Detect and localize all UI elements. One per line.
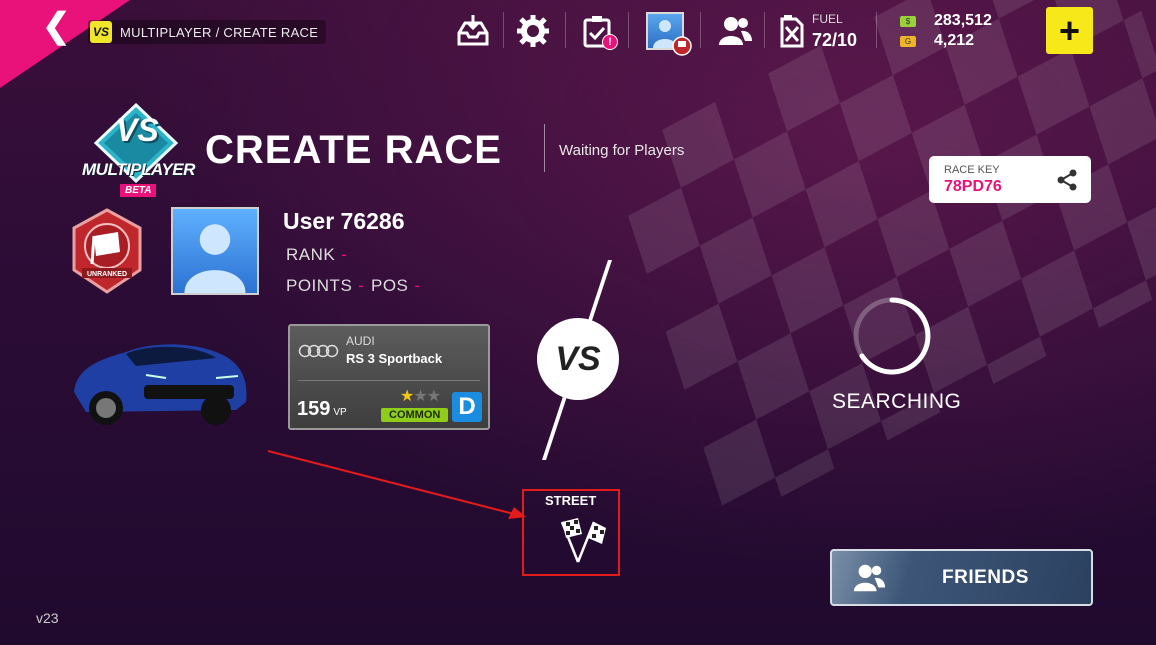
car-vp: 159 VP <box>297 398 347 420</box>
friends-icon <box>853 564 886 592</box>
points-label: POINTS <box>286 276 353 295</box>
car-brand: AUDI <box>346 334 375 348</box>
inbox-icon[interactable] <box>448 8 498 54</box>
fuel-value: 72/10 <box>812 30 858 50</box>
searching-status: SEARCHING <box>832 390 962 413</box>
card-divider <box>298 380 480 381</box>
credits-icon: $ <box>900 15 916 27</box>
pointer-arrow <box>267 450 526 519</box>
rarity-badge: COMMON <box>381 408 449 422</box>
vs-logo-small: VS <box>90 21 112 43</box>
credits-value: 283,512 <box>934 12 992 29</box>
player-name: User 76286 <box>283 208 405 234</box>
svg-text:UNRANKED: UNRANKED <box>87 271 127 278</box>
version-label: v23 <box>36 610 59 626</box>
title-divider <box>544 124 545 172</box>
divider <box>565 12 566 48</box>
race-type-label: STREET <box>545 493 597 508</box>
points-value: - <box>358 276 365 295</box>
star-rating: ★★★ <box>400 388 441 405</box>
page-subtitle: Waiting for Players <box>559 142 685 159</box>
task-clipboard-icon[interactable]: ! <box>572 8 622 54</box>
tokens-icon: G <box>900 35 916 47</box>
vs-logo-text: VS <box>116 112 159 148</box>
race-key-value: 78PD76 <box>944 178 1002 195</box>
versus-icon: VS <box>537 318 619 400</box>
alert-badge: ! <box>602 34 618 50</box>
friends-icon[interactable] <box>710 8 760 54</box>
race-key-label: RACE KEY <box>944 164 1000 176</box>
checkered-background <box>609 0 1156 525</box>
points-row: POINTS - <box>286 276 364 296</box>
searching-spinner-icon <box>853 297 931 375</box>
car-card[interactable]: AUDI RS 3 Sportback 159 VP ★★★ COMMON D <box>288 324 490 430</box>
car-class-badge: D <box>452 392 482 422</box>
race-key-card[interactable]: RACE KEY 78PD76 <box>929 156 1091 203</box>
tokens-value: 4,212 <box>934 32 975 49</box>
credits-display: $ 283,512 <box>900 12 992 30</box>
rank-row: RANK - <box>286 245 347 265</box>
audi-rings-icon <box>298 344 339 358</box>
pos-row: POS - <box>371 276 421 296</box>
breadcrumb-text: MULTIPLAYER / CREATE RACE <box>120 24 319 40</box>
back-arrow-icon[interactable]: ❮ <box>42 6 71 46</box>
beta-badge: BETA <box>120 184 157 197</box>
pos-value: - <box>414 276 421 295</box>
divider <box>503 12 504 48</box>
breadcrumb: VS MULTIPLAYER / CREATE RACE <box>88 20 327 44</box>
divider <box>628 12 629 48</box>
divider <box>876 12 877 48</box>
rank-badge-icon: UNRANKED <box>72 208 142 294</box>
multiplayer-label: MULTIPLAYER <box>82 160 195 179</box>
tokens-display: G 4,212 <box>900 32 974 50</box>
player-avatar[interactable] <box>171 207 259 295</box>
fuel-can-icon <box>770 8 814 54</box>
pos-label: POS <box>371 276 409 295</box>
divider <box>700 12 701 48</box>
page-title: CREATE RACE <box>205 128 502 172</box>
rank-value: - <box>341 245 348 264</box>
fuel-label: FUEL <box>812 12 843 26</box>
divider <box>764 12 765 48</box>
profile-avatar-icon[interactable] <box>640 8 692 56</box>
rank-label: RANK <box>286 245 336 264</box>
car-model: RS 3 Sportback <box>346 351 443 366</box>
share-icon[interactable] <box>1055 168 1079 192</box>
car-image <box>74 344 247 425</box>
gear-icon[interactable] <box>508 8 558 54</box>
add-currency-button[interactable]: + <box>1046 7 1093 54</box>
checkered-flags-icon <box>560 518 606 563</box>
friends-button[interactable]: FRIENDS <box>830 549 1093 606</box>
friends-button-label: FRIENDS <box>942 567 1029 588</box>
